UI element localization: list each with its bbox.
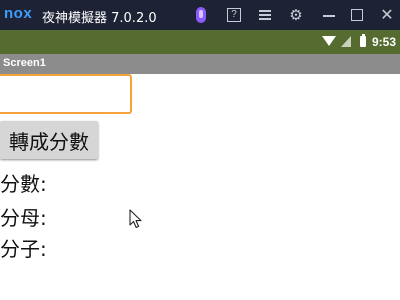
- convert-button[interactable]: 轉成分數: [0, 121, 98, 159]
- denominator-label: 分母:: [0, 206, 47, 230]
- screen-title-bar: Screen1: [0, 54, 400, 74]
- mouse-cursor-icon: [129, 209, 142, 229]
- status-time: 9:53: [372, 35, 397, 49]
- battery-icon: [360, 34, 366, 47]
- help-icon[interactable]: ?: [227, 8, 241, 22]
- maximize-icon[interactable]: [351, 9, 363, 21]
- screen-title: Screen1: [3, 57, 46, 69]
- wifi-icon: [322, 36, 336, 46]
- score-label: 分數:: [0, 172, 47, 196]
- gear-icon[interactable]: ⚙: [289, 8, 303, 23]
- number-input[interactable]: [0, 74, 132, 114]
- nox-logo: nox: [4, 5, 33, 22]
- close-icon[interactable]: ✕: [380, 7, 394, 23]
- numerator-label: 分子:: [0, 237, 47, 261]
- emulator-title: 夜神模擬器 7.0.2.0: [42, 11, 157, 26]
- mic-icon[interactable]: [196, 7, 206, 23]
- signal-icon: [341, 36, 351, 47]
- menu-icon[interactable]: [259, 8, 273, 22]
- emulator-title-bar: nox 夜神模擬器 7.0.2.0 ? ⚙ ✕: [0, 0, 400, 30]
- android-status-bar: 9:53: [0, 30, 400, 54]
- minimize-icon[interactable]: [322, 8, 336, 22]
